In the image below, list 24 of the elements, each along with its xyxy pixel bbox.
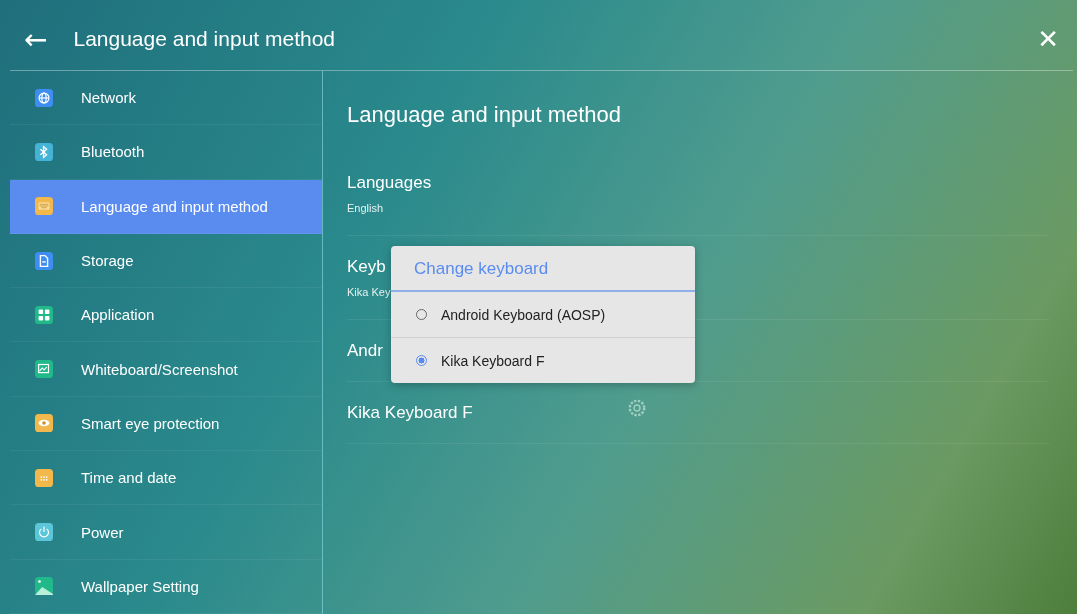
setting-title[interactable]: Keyb	[347, 257, 391, 277]
back-button[interactable]: ←	[10, 22, 62, 56]
setting-summary: English	[347, 202, 385, 214]
sidebar-item[interactable]: Bluetooth	[10, 125, 322, 180]
radio-button[interactable]	[416, 355, 427, 366]
dialog-title: Change keyboard	[391, 246, 695, 292]
setting-title[interactable]: Kika Keyboard F	[347, 402, 473, 423]
sidebar-item[interactable]: Smart eye protection	[10, 396, 322, 452]
setting-title[interactable]: Andr	[347, 340, 383, 361]
sidebar-item[interactable]: Storage	[10, 233, 322, 289]
setting-summary: Kika Key	[347, 286, 391, 298]
sidebar-item[interactable]: Application	[10, 288, 322, 343]
keyboard-option[interactable]: Android Keyboard (AOSP)	[391, 292, 695, 337]
sidebar-item[interactable]: Network	[10, 71, 322, 126]
sidebar-item[interactable]: Time and date	[10, 451, 322, 506]
sidebar-item[interactable]: Whiteboard/Screenshot	[10, 342, 322, 397]
close-button[interactable]: ✕	[1023, 24, 1073, 54]
sidebar-item[interactable]: Wallpaper Setting	[10, 559, 322, 614]
sidebar-item[interactable]: Power	[10, 505, 322, 560]
page-heading: Language and input method	[347, 102, 622, 127]
setting-title[interactable]: Languages	[347, 173, 432, 193]
sidebar-item[interactable]: Language and input method	[10, 179, 322, 234]
window-title: Language and input method	[73, 27, 336, 51]
keyboard-option[interactable]: Kika Keyboard F	[391, 337, 695, 383]
